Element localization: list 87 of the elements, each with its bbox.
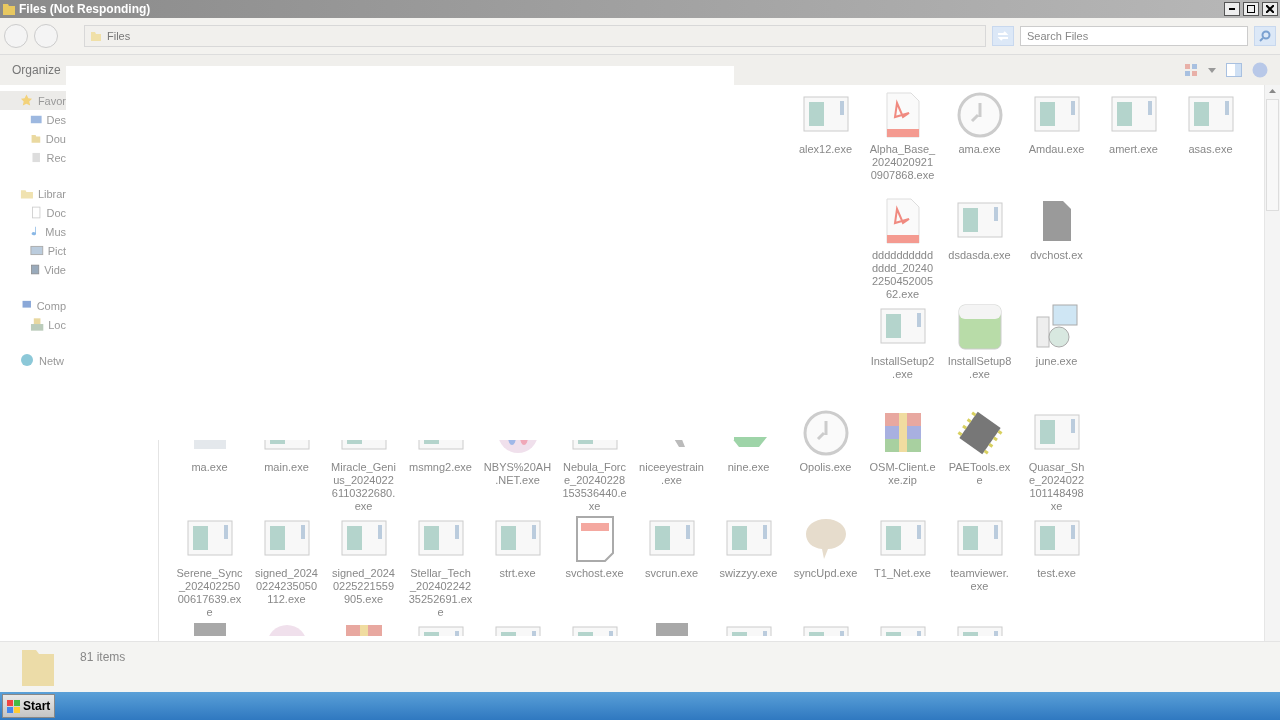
help-icon[interactable] xyxy=(1252,62,1268,78)
close-button[interactable] xyxy=(1262,2,1278,16)
nav-item[interactable]: Mus xyxy=(0,222,66,241)
star-icon xyxy=(20,93,34,108)
file-name[interactable]: ma.exe xyxy=(191,461,228,474)
refresh-button[interactable] xyxy=(992,26,1014,46)
file-name[interactable]: InstallSetup8 .exe xyxy=(947,355,1012,381)
file-name[interactable]: svcrun.exe xyxy=(644,567,699,580)
scrollbar[interactable] xyxy=(1264,85,1280,641)
file-name[interactable]: nine.exe xyxy=(727,461,770,474)
search-button[interactable] xyxy=(1254,26,1276,46)
file-name[interactable]: asas.exe xyxy=(1188,143,1233,156)
minimize-button[interactable] xyxy=(1224,2,1240,16)
caret-icon[interactable] xyxy=(1208,67,1216,73)
maximize-button[interactable] xyxy=(1243,2,1259,16)
four-squares-icon xyxy=(7,699,20,713)
file-name[interactable]: OSM-Client.e xe.zip xyxy=(869,461,936,487)
file-name[interactable]: strt.exe xyxy=(499,567,536,580)
file-name[interactable]: Quasar_Sh e_2024022 101148498 xe xyxy=(1028,461,1085,513)
file-name[interactable]: signed_2024 0225221559 905.exe xyxy=(332,567,395,606)
nav-item[interactable]: Netw xyxy=(0,351,66,370)
forward-button[interactable] xyxy=(34,24,58,48)
folder-icon xyxy=(91,31,101,41)
file-name[interactable]: Amdau.exe xyxy=(1028,143,1085,156)
maximize-icon xyxy=(1247,5,1255,13)
minimize-icon xyxy=(1229,8,1235,10)
file-name[interactable]: Stellar_Tech _202402242 35252691.ex e xyxy=(408,567,473,619)
preview-pane-icon[interactable] xyxy=(1226,63,1242,77)
file-name[interactable]: T1_Net.exe xyxy=(874,567,931,580)
nav-item[interactable]: Pict xyxy=(0,241,66,260)
nav-item[interactable]: Des xyxy=(0,110,66,129)
nav-item[interactable]: Librar xyxy=(0,184,66,203)
view-options-icon[interactable] xyxy=(1184,63,1198,77)
organize-menu[interactable]: Organize xyxy=(12,63,61,77)
nav-item[interactable]: Comp xyxy=(0,296,66,315)
file-name[interactable]: PAETools.ex e xyxy=(948,461,1011,487)
file-name[interactable]: signed_2024 0224235050 112.exe xyxy=(255,567,318,606)
nav-item[interactable]: Rec xyxy=(0,148,66,167)
file-name[interactable]: swizzyy.exe xyxy=(719,567,778,580)
file-name[interactable]: main.exe xyxy=(264,461,309,474)
file-name[interactable]: Alpha_Base_ 2024020921 0907868.exe xyxy=(869,143,936,182)
file-name[interactable]: syncUpd.exe xyxy=(793,567,858,580)
file-name[interactable]: NBYS%20AH .NET.exe xyxy=(483,461,552,487)
nav-item[interactable]: Favor xyxy=(0,91,66,110)
dial-icon xyxy=(955,91,1004,139)
file-name[interactable]: ama.exe xyxy=(958,143,1001,156)
chip-icon xyxy=(955,409,1004,457)
folder-icon xyxy=(2,2,16,16)
document-icon xyxy=(30,205,43,220)
file-name[interactable]: dddddddddd dddd_20240 2250452005 62.exe xyxy=(871,249,934,301)
spreadsheet-icon xyxy=(955,303,1004,351)
close-icon xyxy=(1266,5,1274,13)
back-button[interactable] xyxy=(4,24,28,48)
file-name[interactable]: teamviewer. exe xyxy=(950,567,1009,593)
file-name[interactable]: june.exe xyxy=(1035,355,1078,368)
file-name[interactable]: niceeyestrain .exe xyxy=(639,461,704,487)
file-name[interactable]: InstallSetup2 .exe xyxy=(870,355,935,381)
dial-icon xyxy=(801,409,850,457)
file-name[interactable]: Miracle_Geni us_2024022 6110322680. exe xyxy=(331,461,396,513)
list-icon xyxy=(30,150,43,165)
file-name[interactable]: Serene_Sync _202402250 00617639.ex e xyxy=(176,567,243,619)
drive-icon xyxy=(30,317,45,332)
refresh-arrows-icon xyxy=(996,30,1010,42)
file-name[interactable]: Nebula_Forc e_20240228 153536440.e xe xyxy=(562,461,627,513)
file-name[interactable]: amert.exe xyxy=(1109,143,1158,156)
file-name[interactable]: dsdasda.exe xyxy=(948,249,1011,262)
file-name[interactable]: svchost.exe xyxy=(565,567,624,580)
item-count: 81 items xyxy=(80,650,126,664)
search-icon xyxy=(1259,30,1271,42)
window-title: Files (Not Responding) xyxy=(19,2,152,16)
file-name[interactable]: Opolis.exe xyxy=(799,461,852,474)
nav-item[interactable]: Loc xyxy=(0,315,66,334)
search-field[interactable]: Search Files xyxy=(1020,26,1248,46)
address-field[interactable]: Files xyxy=(84,25,986,47)
nav-item[interactable]: Dou xyxy=(0,129,66,148)
nav-item[interactable]: Doc xyxy=(0,203,66,222)
picture-icon xyxy=(30,243,44,258)
start-button[interactable]: Start xyxy=(2,694,56,718)
nav-item[interactable]: Vide xyxy=(0,260,66,279)
file-name[interactable]: alex12.exe xyxy=(798,143,853,156)
scroll-thumb[interactable] xyxy=(1266,99,1279,211)
film-icon xyxy=(30,262,41,277)
globe-icon xyxy=(20,353,35,368)
scroll-up-icon[interactable] xyxy=(1269,89,1276,93)
file-name[interactable]: msmng2.exe xyxy=(409,461,472,474)
file-name[interactable]: dvchost.ex xyxy=(1030,249,1083,262)
file-name[interactable]: test.exe xyxy=(1037,567,1076,580)
